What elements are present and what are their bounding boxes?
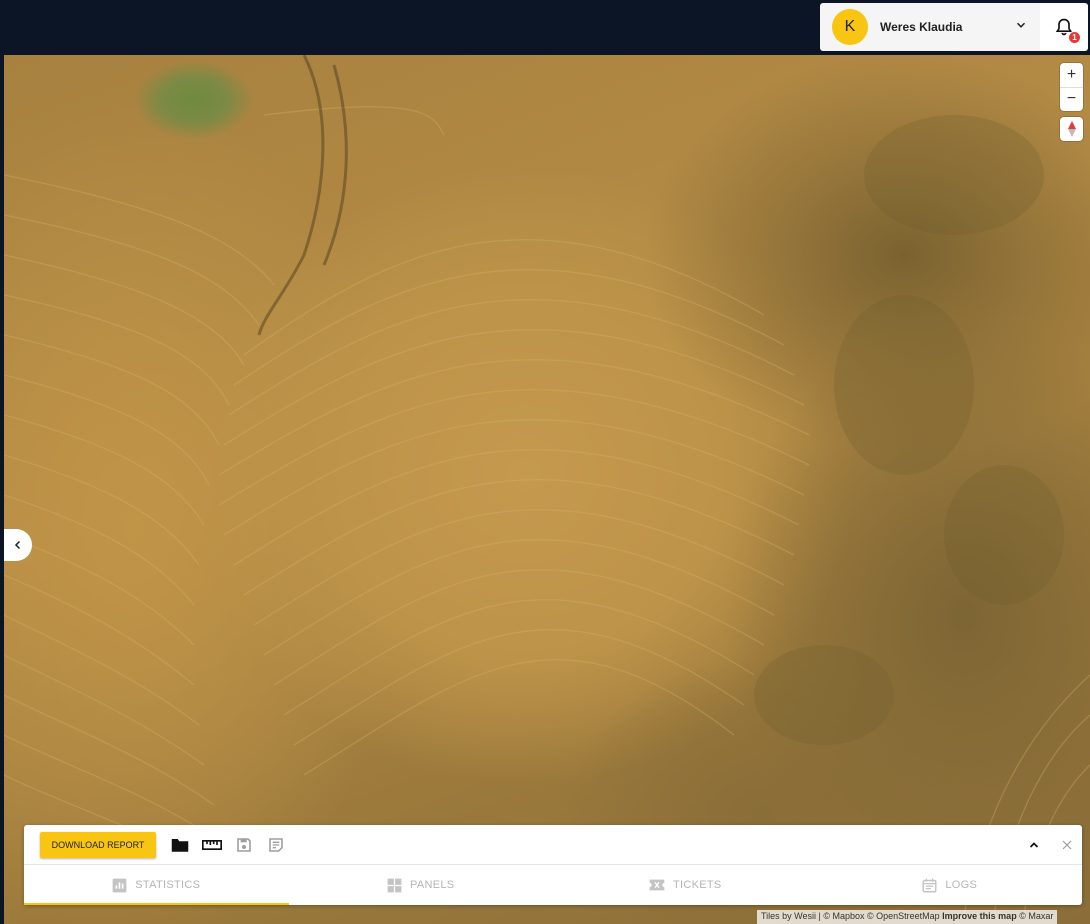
compass-icon xyxy=(1067,121,1076,137)
tab-label: LOGS xyxy=(945,879,978,891)
attribution-text: Tiles by Wesii | © Mapbox © OpenStreetMa… xyxy=(761,911,943,921)
grid-icon xyxy=(387,878,402,893)
zoom-control: + − xyxy=(1060,63,1083,111)
chevron-down-icon[interactable] xyxy=(1014,18,1028,32)
close-panel-button[interactable] xyxy=(1057,835,1077,855)
map-attribution: Tiles by Wesii | © Mapbox © OpenStreetMa… xyxy=(757,910,1058,924)
ruler-icon xyxy=(202,840,222,850)
top-bar: K Weres Klaudia 1 xyxy=(0,0,1090,55)
download-report-button[interactable]: DOWNLOAD REPORT xyxy=(40,832,156,858)
ruler-button[interactable] xyxy=(202,835,222,855)
map-view[interactable] xyxy=(4,55,1090,924)
tab-tickets[interactable]: TICKETS xyxy=(553,865,818,905)
save-button[interactable] xyxy=(234,835,254,855)
tab-label: PANELS xyxy=(410,879,455,891)
notes-icon xyxy=(269,838,283,852)
notification-badge: 1 xyxy=(1068,31,1081,44)
close-icon xyxy=(1062,840,1072,850)
save-icon xyxy=(237,838,251,852)
zoom-out-button[interactable]: − xyxy=(1060,88,1083,112)
improve-map-link[interactable]: Improve this map xyxy=(942,911,1017,921)
chevron-up-icon xyxy=(1029,842,1039,848)
collapse-panel-button[interactable] xyxy=(1024,835,1044,855)
bottom-panel: DOWNLOAD REPORT STATISTICS PANELS TICKET… xyxy=(24,825,1082,905)
zoom-in-button[interactable]: + xyxy=(1060,63,1083,88)
notes-button[interactable] xyxy=(266,835,286,855)
tab-label: TICKETS xyxy=(672,879,722,891)
compass-button[interactable] xyxy=(1060,117,1083,141)
aerial-field-texture xyxy=(4,55,1090,916)
maxar-credit: © Maxar xyxy=(1016,911,1054,921)
notifications-button[interactable]: 1 xyxy=(1040,3,1088,51)
calendar-icon xyxy=(922,878,937,893)
tab-logs[interactable]: LOGS xyxy=(818,865,1083,905)
bar-chart-icon xyxy=(112,878,127,893)
folder-icon xyxy=(171,839,189,852)
user-menu[interactable]: K Weres Klaudia xyxy=(820,3,1040,51)
tab-statistics[interactable]: STATISTICS xyxy=(24,865,289,905)
folder-button[interactable] xyxy=(170,835,190,855)
ticket-icon xyxy=(649,878,665,892)
tab-panels[interactable]: PANELS xyxy=(289,865,554,905)
panel-toolbar: DOWNLOAD REPORT xyxy=(24,825,1082,865)
tab-label: STATISTICS xyxy=(135,879,201,891)
avatar: K xyxy=(832,9,868,45)
panel-tabs: STATISTICS PANELS TICKETS LOGS xyxy=(24,865,1082,905)
user-name: Weres Klaudia xyxy=(880,20,963,34)
chevron-left-icon xyxy=(14,540,21,550)
